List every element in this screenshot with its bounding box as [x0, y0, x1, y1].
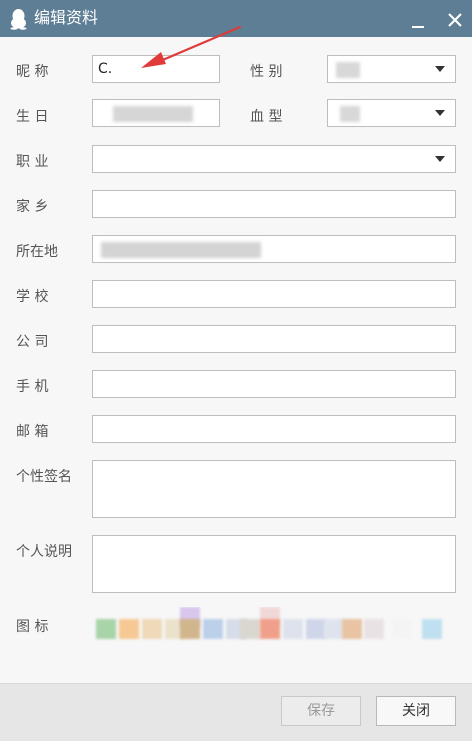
blood-type-select[interactable] [327, 99, 456, 127]
location-input[interactable] [92, 235, 456, 263]
badge-icon[interactable] [306, 619, 326, 639]
badge-icon[interactable] [392, 619, 412, 639]
company-label: 公 司 [16, 334, 49, 350]
badge-icon[interactable] [342, 619, 362, 639]
email-label: 邮 箱 [16, 424, 49, 440]
gender-select[interactable] [327, 55, 456, 83]
qq-penguin-icon [10, 9, 27, 30]
badge-icon[interactable] [422, 619, 442, 639]
company-input[interactable] [92, 325, 456, 353]
chevron-down-icon [435, 66, 445, 72]
signature-textarea[interactable] [92, 460, 456, 518]
school-label: 学 校 [16, 289, 49, 305]
badge-icon[interactable] [364, 619, 384, 639]
chevron-down-icon [435, 156, 445, 162]
blurred-value [336, 62, 360, 78]
icon-strip[interactable] [92, 607, 456, 642]
blood-type-label: 血 型 [250, 109, 283, 125]
description-label: 个人说明 [16, 544, 72, 560]
badge-icon[interactable] [119, 619, 139, 639]
blurred-value [101, 242, 261, 258]
badge-icon[interactable] [260, 619, 280, 639]
badge-icon[interactable] [283, 619, 303, 639]
gender-label: 性 别 [250, 64, 283, 80]
nickname-label: 昵 称 [16, 64, 49, 80]
job-select[interactable] [92, 145, 456, 173]
blurred-value [113, 106, 193, 122]
badge-icon[interactable] [180, 619, 200, 639]
hometown-input[interactable] [92, 190, 456, 218]
chevron-down-icon [435, 110, 445, 116]
close-icon[interactable] [446, 11, 464, 29]
nickname-input[interactable]: C. [92, 55, 220, 83]
icon-label: 图 标 [16, 619, 49, 635]
badge-icon[interactable] [240, 619, 260, 639]
window-title: 编辑资料 [34, 8, 99, 27]
school-input[interactable] [92, 280, 456, 308]
badge-icon[interactable] [142, 619, 162, 639]
hometown-label: 家 乡 [16, 199, 49, 215]
badge-icon[interactable] [203, 619, 223, 639]
badge-icon[interactable] [96, 619, 116, 639]
email-input[interactable] [92, 415, 456, 443]
save-button[interactable]: 保存 [281, 696, 361, 726]
signature-label: 个性签名 [16, 469, 72, 485]
minimize-icon[interactable] [410, 16, 428, 30]
birthday-label: 生 日 [16, 109, 49, 125]
title-bar: 编辑资料 [0, 0, 472, 37]
blurred-value [340, 106, 360, 122]
badge-icon[interactable] [324, 619, 344, 639]
location-label: 所在地 [16, 244, 58, 260]
close-button[interactable]: 关闭 [376, 696, 456, 726]
phone-input[interactable] [92, 370, 456, 398]
description-textarea[interactable] [92, 535, 456, 593]
birthday-input[interactable] [92, 99, 220, 127]
job-label: 职 业 [16, 154, 49, 170]
profile-form: 昵 称 C. 性 别 生 日 血 型 职 业 家 乡 所在地 学 校 公 司 手… [0, 37, 472, 683]
phone-label: 手 机 [16, 379, 49, 395]
footer-bar: 保存 关闭 [0, 683, 472, 741]
